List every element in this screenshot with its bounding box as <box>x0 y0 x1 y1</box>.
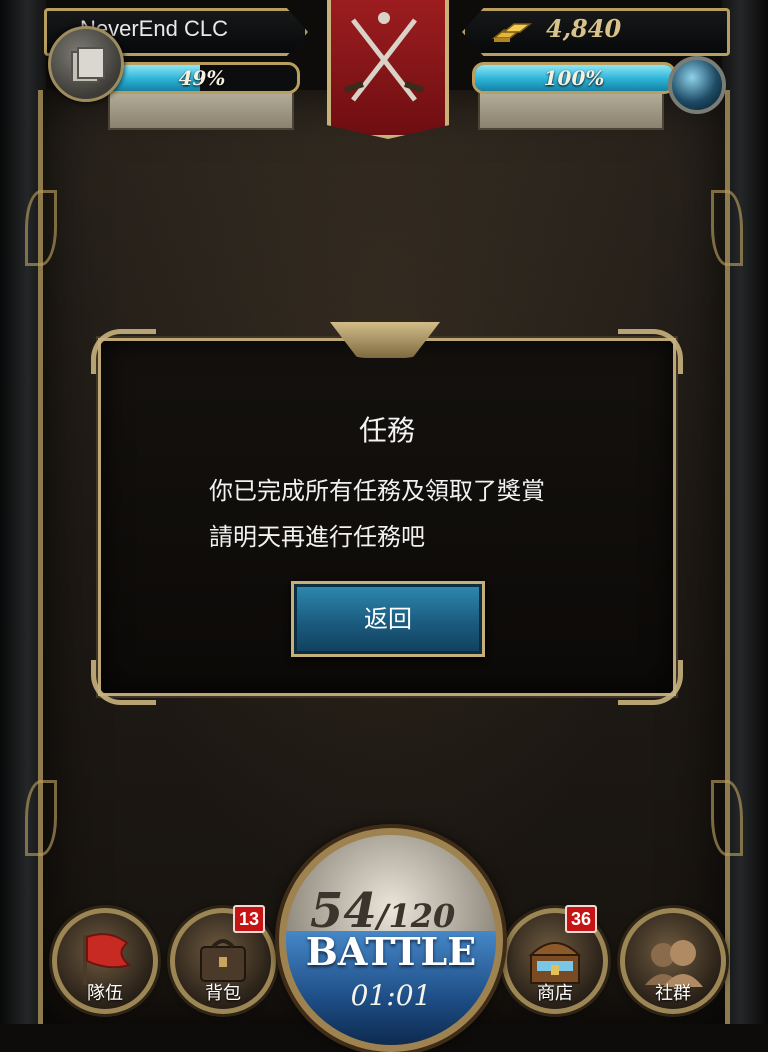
nav-social-label: 社群 <box>655 983 691 1004</box>
bag-count-badge: 13 <box>233 905 265 933</box>
dialog-message-line-1: 你已完成所有任務及領取了獎賞 <box>209 477 545 505</box>
nav-team-button[interactable]: 隊伍 <box>52 908 158 1014</box>
crest-banner <box>327 0 449 139</box>
menu-button[interactable] <box>48 26 124 102</box>
nav-shop-button[interactable]: 商店 36 <box>502 905 608 1014</box>
right-status-percent: 100% <box>543 66 605 90</box>
nav-shop-label: 商店 <box>537 983 573 1004</box>
left-status-percent: 49% <box>178 66 226 90</box>
frame-ornament <box>25 190 57 266</box>
frame-ornament <box>25 780 57 856</box>
nav-team-label: 隊伍 <box>87 983 123 1004</box>
orb-icon[interactable] <box>668 56 726 114</box>
crossed-swords-icon <box>344 12 424 102</box>
battle-button[interactable]: 54/120 BATTLE 01:01 <box>279 828 503 1052</box>
left-status-bar: 49% <box>104 62 300 94</box>
nav-bag-label: 背包 <box>205 983 241 1004</box>
nav-bag-button[interactable]: 背包 13 <box>170 905 276 1014</box>
frame-ornament <box>711 780 743 856</box>
mission-dialog: 任務 你已完成所有任務及領取了獎賞 請明天再進行任務吧 返回 <box>91 329 683 705</box>
nav-social-button[interactable]: 社群 <box>620 908 726 1014</box>
shop-count-badge: 36 <box>565 905 597 933</box>
battle-timer: 01:01 <box>350 979 432 1012</box>
dialog-title: 任務 <box>358 414 415 447</box>
battle-label: BATTLE <box>305 929 477 974</box>
right-status-bar: 100% <box>472 62 676 94</box>
frame-ornament <box>711 190 743 266</box>
dialog-corner-ornament <box>91 329 156 374</box>
return-button[interactable]: 返回 <box>291 581 485 657</box>
gold-bars-icon <box>491 23 533 42</box>
dialog-message-line-2: 請明天再進行任務吧 <box>209 523 425 551</box>
gold-amount: 4,840 <box>546 14 622 43</box>
